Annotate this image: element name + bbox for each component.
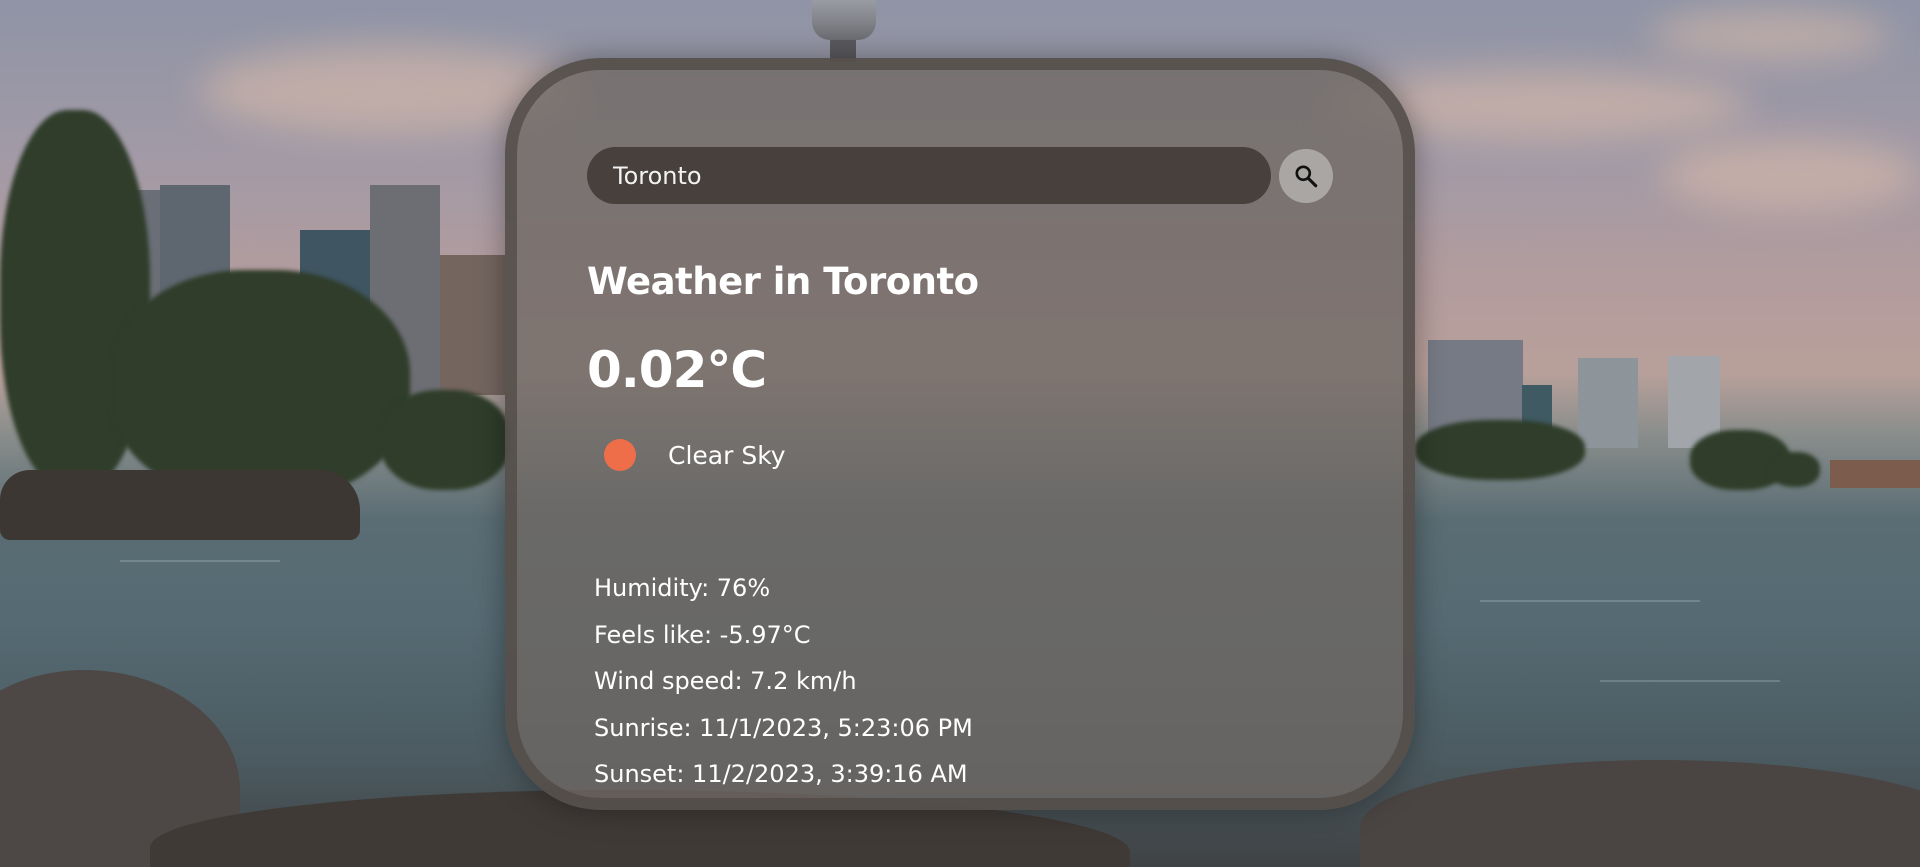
temperature: 0.02°C bbox=[587, 341, 767, 399]
condition-text: Clear Sky bbox=[668, 440, 786, 470]
search-button[interactable] bbox=[1279, 148, 1333, 203]
wind-speed: Wind speed: 7.2 km/h bbox=[594, 667, 857, 695]
feels-like: Feels like: -5.97°C bbox=[594, 620, 811, 649]
sun-circle-icon bbox=[604, 439, 636, 471]
city-search-input[interactable] bbox=[587, 147, 1271, 204]
weather-details: Humidity: 76% Feels like: -5.97°C Wind s… bbox=[594, 573, 973, 806]
weather-condition: Clear Sky bbox=[604, 439, 786, 471]
sunset: Sunset: 11/2/2023, 3:39:16 AM bbox=[594, 760, 968, 788]
weather-card: Weather in Toronto 0.02°C Clear Sky Humi… bbox=[505, 58, 1415, 810]
humidity: Humidity: 76% bbox=[594, 574, 771, 602]
search-icon bbox=[1295, 164, 1318, 187]
sunrise: Sunrise: 11/1/2023, 5:23:06 PM bbox=[594, 713, 973, 742]
city-heading: Weather in Toronto bbox=[587, 260, 979, 303]
search-bar bbox=[587, 147, 1333, 204]
